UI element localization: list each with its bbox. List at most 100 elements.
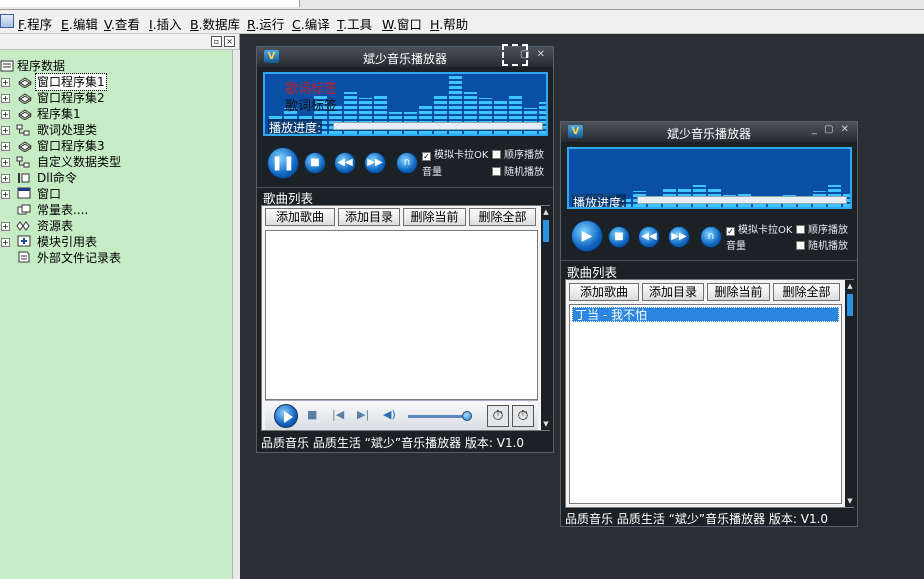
tree-item-external-files[interactable]: 外部文件记录表 [0,250,230,266]
tree-item-assembly2[interactable]: + 窗口程序集2 [0,90,230,106]
delete-all-button[interactable]: 删除全部 [773,283,840,301]
scroll-down-icon[interactable]: ▼ [845,497,855,505]
volume-label: 音量 [422,167,442,178]
order-checkbox[interactable]: 顺序播放 [796,221,848,236]
tree-item-resources[interactable]: + 资源表 [0,218,230,234]
song-list-box[interactable]: 丁当 - 我不怕 [569,304,842,504]
play-button[interactable]: ▶ [571,220,603,252]
resize-handle-icon[interactable] [502,44,528,66]
pin-icon[interactable]: ▫ [211,36,222,47]
menu-program[interactable]: F.程序 [18,14,52,33]
menu-view-key: V [104,17,111,32]
visualizer: 播放进度: [567,147,852,209]
menu-tools[interactable]: T.工具 [337,14,372,33]
next-button[interactable]: ▶▶ [668,226,690,248]
tree-item-dll[interactable]: + Dll命令 [0,170,230,186]
close-icon[interactable]: × [224,36,235,47]
scroll-up-icon[interactable]: ▲ [541,208,551,216]
menu-run-key: R [247,17,256,32]
stop-button[interactable]: ■ [608,226,630,248]
random-checkbox[interactable]: 随机播放 [796,237,848,252]
expand-icon[interactable]: + [1,174,10,183]
player-window-left: V 斌少音乐播放器 ▢ ✕ 歌词标签 歌词标签 播放进度: ❚❚ ■ ◀◀ ▶▶… [256,44,554,453]
menu-database[interactable]: B.数据库 [190,14,240,33]
scroll-thumb[interactable] [847,294,853,316]
karaoke-checkbox[interactable]: ✓ 模拟卡拉OK [422,146,488,161]
order-checkbox[interactable]: 顺序播放 [492,146,544,161]
expand-icon[interactable]: + [1,238,10,247]
tree-item-custom-types[interactable]: + 自定义数据类型 [0,154,230,170]
media-play-button[interactable] [274,404,298,428]
add-folder-button[interactable]: 添加目录 [338,208,400,226]
progress-bar[interactable] [333,122,543,130]
previous-button[interactable]: ◀◀ [334,152,356,174]
media-prev-icon[interactable]: |◀ [332,408,344,421]
player-titlebar[interactable]: V 斌少音乐播放器 _ ▢ ✕ [561,122,857,142]
media-volume-knob[interactable] [462,411,472,421]
pause-button[interactable]: ❚❚ [267,147,299,179]
delete-current-button[interactable]: 删除当前 [403,208,466,226]
scroll-down-icon[interactable]: ▼ [541,420,551,428]
media-volume-slider[interactable] [408,415,468,418]
random-checkbox[interactable]: 随机播放 [492,163,544,178]
expand-icon[interactable]: + [1,222,10,231]
next-button[interactable]: ▶▶ [364,152,386,174]
headphone-button[interactable]: ∩ [700,226,722,248]
delete-current-button[interactable]: 删除当前 [707,283,770,301]
media-next-icon[interactable]: ▶| [357,408,369,421]
tree-item-program1[interactable]: + 程序集1 [0,106,230,122]
karaoke-checkbox[interactable]: ✓ 模拟卡拉OK [726,221,792,236]
menu-window-label: .窗口 [392,17,422,32]
expand-icon[interactable]: + [1,190,10,199]
scroll-thumb[interactable] [543,220,549,242]
menu-run[interactable]: R.运行 [247,14,284,33]
expand-icon[interactable]: + [1,110,10,119]
headphone-button[interactable]: ∩ [396,152,418,174]
expand-icon[interactable]: + [1,78,10,87]
expand-icon[interactable]: + [1,94,10,103]
checkbox-box [796,225,805,234]
song-list-item[interactable]: 丁当 - 我不怕 [572,307,839,322]
tree-item-constants[interactable]: 常量表.... [0,202,230,218]
window-controls[interactable]: _ ▢ ✕ [812,124,851,135]
module-icon [17,235,31,247]
add-song-button[interactable]: 添加歌曲 [265,208,335,226]
player-footer: 品质音乐 品质生活 “斌少”音乐播放器 版本: V1.0 [565,512,829,526]
timer-icon[interactable]: ⏱ [487,405,509,427]
tree-item-modules[interactable]: + 模块引用表 [0,234,230,250]
song-list-scrollbar[interactable]: ▲ ▼ [541,206,551,430]
stop-button[interactable]: ■ [304,152,326,174]
previous-button[interactable]: ◀◀ [638,226,660,248]
menu-run-label: .运行 [255,17,285,32]
random-label: 随机播放 [504,167,544,178]
tree-item-assembly1[interactable]: + 窗口程序集1 [0,73,230,91]
media-stop-icon[interactable]: ■ [307,408,317,421]
expand-icon[interactable]: + [1,126,10,135]
top-field [0,0,300,7]
panel-scrollbar[interactable] [232,50,240,579]
media-volume-icon[interactable]: ◀) [383,408,396,421]
song-list-scrollbar[interactable]: ▲ ▼ [845,280,855,507]
menu-edit[interactable]: E.编辑 [61,14,98,33]
menu-help[interactable]: H.帮助 [430,14,468,33]
menu-insert[interactable]: I.插入 [149,14,182,33]
menu-view[interactable]: V.查看 [104,14,140,33]
add-song-button[interactable]: 添加歌曲 [569,283,639,301]
checkbox-box [796,241,805,250]
media-player-bar: ■ |◀ ▶| ◀) ⏱ ⏱ [265,400,538,430]
delete-all-button[interactable]: 删除全部 [469,208,536,226]
expand-icon[interactable]: + [1,142,10,151]
tree-item-window[interactable]: + 窗口 [0,186,230,202]
tree-item-lyric-class[interactable]: + 歌词处理类 [0,122,230,138]
tree-label: 资源表 [37,219,74,233]
tree-root[interactable]: 程序数据 [0,58,230,74]
menu-compile[interactable]: C.编译 [292,14,330,33]
menu-window[interactable]: W.窗口 [382,14,422,33]
scroll-up-icon[interactable]: ▲ [845,282,855,290]
song-list-box[interactable] [265,230,538,400]
progress-bar[interactable] [637,196,847,204]
expand-icon[interactable]: + [1,158,10,167]
tree-item-assembly3[interactable]: + 窗口程序集3 [0,138,230,154]
add-folder-button[interactable]: 添加目录 [642,283,704,301]
stopwatch-icon[interactable]: ⏱ [512,405,534,427]
